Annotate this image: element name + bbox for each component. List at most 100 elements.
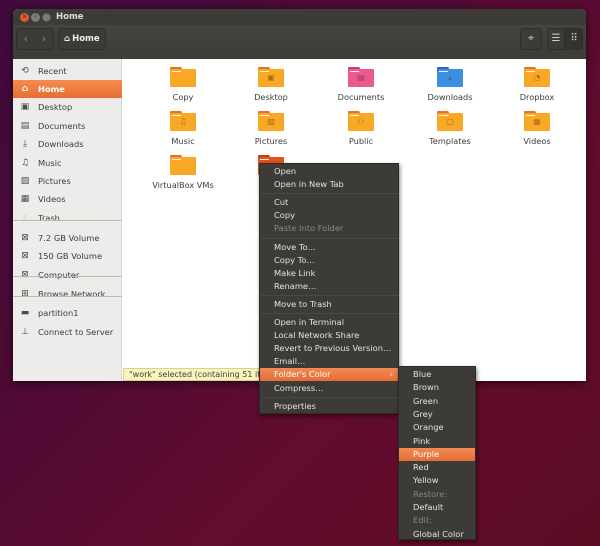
menu-item-blue[interactable]: Blue [399, 368, 475, 381]
sidebar-item-pictures[interactable]: ▨ Pictures [13, 172, 122, 190]
back-button[interactable]: ‹ [17, 29, 35, 49]
folder-icon: ▦ [524, 111, 550, 131]
file-name: Videos [523, 136, 551, 146]
chevron-left-icon: ‹ [23, 32, 29, 45]
sidebar-item-browse-network[interactable]: ⊞ Browse Network [13, 285, 122, 303]
menu-item-compress[interactable]: Compress… [260, 382, 398, 395]
menu-item-email[interactable]: Email… [260, 355, 398, 368]
sidebar-item-computer[interactable]: ⊠ Computer [13, 266, 122, 284]
documents-icon: ▤ [20, 121, 30, 131]
sidebar-item-recent[interactable]: ⟲ Recent [13, 62, 122, 80]
menu-item-brown[interactable]: Brown [399, 381, 475, 394]
location-button[interactable]: ⌖ [520, 28, 542, 50]
list-view-button[interactable]: ☰ [547, 28, 565, 50]
menu-item-edit: Edit: [399, 514, 475, 527]
menu-item-label: Pink [413, 435, 431, 446]
downloads-icon: ⤓ [23, 139, 27, 149]
file-item-templates[interactable]: ▢ Templates [406, 111, 494, 147]
folder-emblem-icon: ▦ [533, 117, 541, 126]
menu-item-default[interactable]: Default [399, 501, 475, 514]
menu-item-yellow[interactable]: Yellow [399, 474, 475, 487]
menu-item-open-in-terminal[interactable]: Open in Terminal [260, 316, 398, 329]
toolbar: ‹ › ⌂ Home ⌖ ☰ ⠿ [13, 25, 586, 59]
file-name: Music [171, 136, 195, 146]
folder-emblem-icon: ▣ [267, 73, 275, 82]
path-bar-home-button[interactable]: ⌂ Home [58, 28, 106, 50]
menu-item-label: Orange [413, 422, 444, 433]
menu-item-open[interactable]: Open [260, 165, 398, 178]
sidebar-item-connect-to-server[interactable]: ⊥ Connect to Server [13, 323, 122, 341]
sidebar-item-trash[interactable]: ▮ Trash [13, 209, 122, 227]
file-item-music[interactable]: ♫ Music [139, 111, 227, 147]
folder-icon: ▣ [258, 67, 284, 87]
menu-item-move-to-trash[interactable]: Move to Trash [260, 298, 398, 311]
menu-item-grey[interactable]: Grey [399, 408, 475, 421]
menu-item-cut[interactable]: Cut [260, 196, 398, 209]
sidebar-item-downloads[interactable]: ⤓ Downloads [13, 135, 122, 153]
file-item-dropbox[interactable]: ◔ Dropbox [493, 67, 581, 103]
sidebar-item-documents[interactable]: ▤ Documents [13, 117, 122, 135]
sidebar-item-home[interactable]: ⌂ Home [13, 80, 122, 98]
menu-item-revert-to-previous-version[interactable]: Revert to Previous Version… [260, 342, 398, 355]
menu-item-label: Move to Trash [274, 298, 332, 309]
sidebar-item-label: 150 GB Volume [38, 251, 103, 261]
menu-item-move-to[interactable]: Move To… [260, 241, 398, 254]
file-item-desktop[interactable]: ▣ Desktop [227, 67, 315, 103]
menu-item-folder-s-color[interactable]: Folder's Color › [260, 368, 398, 382]
maximize-button[interactable] [42, 13, 51, 22]
sidebar-item-label: Trash [38, 213, 60, 223]
sidebar-item-7-2-gb-volume[interactable]: ⊠ 7.2 GB Volume [13, 229, 122, 247]
file-item-copy[interactable]: Copy [139, 67, 227, 103]
file-item-virtualbox-vms[interactable]: VirtualBox VMs [139, 155, 227, 191]
menu-item-rename[interactable]: Rename… [260, 280, 398, 293]
menu-item-label: Revert to Previous Version… [274, 343, 392, 354]
sidebar-item-music[interactable]: ♫ Music [13, 154, 122, 172]
menu-item-copy[interactable]: Copy [260, 209, 398, 222]
sidebar-item-label: Recent [38, 66, 67, 76]
menu-item-local-network-share[interactable]: Local Network Share [260, 329, 398, 342]
menu-item-label: Folder's Color [274, 369, 331, 380]
menu-item-copy-to[interactable]: Copy To… [260, 254, 398, 267]
menu-item-red[interactable]: Red [399, 461, 475, 474]
folder-emblem-icon: ⚇ [357, 117, 365, 126]
minimize-button[interactable]: – [31, 13, 40, 22]
sidebar-divider [13, 276, 122, 277]
sidebar-item-150-gb-volume[interactable]: ⊠ 150 GB Volume [13, 247, 122, 265]
file-item-public[interactable]: ⚇ Public [317, 111, 405, 147]
menu-separator [261, 193, 399, 195]
menu-separator [261, 313, 399, 314]
menu-item-make-link[interactable]: Make Link [260, 267, 398, 280]
file-item-videos[interactable]: ▦ Videos [493, 111, 581, 147]
menu-item-label: Compress… [274, 382, 324, 393]
grid-view-button[interactable]: ⠿ [565, 28, 583, 50]
sidebar-item-label: Videos [38, 194, 66, 204]
menu-item-purple[interactable]: Purple [399, 447, 475, 461]
forward-button[interactable]: › [35, 29, 53, 49]
folder-color-submenu: Blue Brown Green Grey Orange Pink Purple Red Yel… [398, 366, 476, 540]
sidebar-item-videos[interactable]: ▦ Videos [13, 190, 122, 208]
recent-icon: ⟲ [21, 66, 29, 76]
file-item-documents[interactable]: ▤ Documents [317, 67, 405, 103]
drive-icon: ⊠ [21, 233, 29, 243]
menu-item-pink[interactable]: Pink [399, 435, 475, 448]
menu-separator [261, 396, 399, 398]
sidebar-item-partition1[interactable]: ▬ partition1 [13, 304, 122, 322]
trash-icon: ▮ [22, 213, 28, 223]
file-name: Documents [337, 92, 385, 102]
file-item-downloads[interactable]: ⤓ Downloads [406, 67, 494, 103]
file-name: Downloads [427, 92, 473, 102]
folder-icon: ⚇ [348, 111, 374, 131]
menu-item-global-color[interactable]: Global Color [399, 528, 475, 541]
menu-item-properties[interactable]: Properties [260, 400, 398, 413]
folder-icon: ▤ [348, 67, 374, 87]
folder-icon [170, 67, 196, 87]
menu-item-green[interactable]: Green [399, 395, 475, 408]
file-item-pictures[interactable]: ▨ Pictures [227, 111, 315, 147]
close-button[interactable]: × [20, 13, 29, 22]
menu-item-orange[interactable]: Orange [399, 421, 475, 434]
menu-item-open-in-new-tab[interactable]: Open in New Tab [260, 178, 398, 191]
sidebar-item-desktop[interactable]: ▣ Desktop [13, 98, 122, 116]
sidebar: ⟲ Recent ⌂ Home ▣ Desktop ▤ Documents ⤓ Downloads… [13, 59, 122, 381]
navigation-buttons: ‹ › [16, 28, 54, 50]
menu-item-label: Open [274, 166, 297, 176]
